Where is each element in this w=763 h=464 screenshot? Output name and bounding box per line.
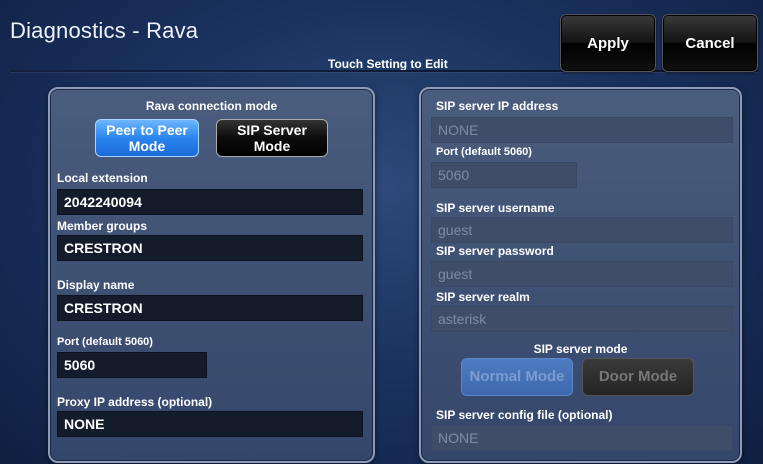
sip-port-label: Port (default 5060) (436, 146, 532, 158)
sip-username-field[interactable]: guest (431, 217, 733, 243)
page-subtitle: Touch Setting to Edit (328, 57, 448, 71)
connection-mode-label: Rava connection mode (145, 99, 278, 113)
member-groups-field[interactable]: CRESTRON (57, 235, 363, 261)
sip-mode-label: SIP server mode (533, 342, 628, 356)
sip-realm-label: SIP server realm (436, 290, 530, 304)
member-groups-label: Member groups (57, 219, 148, 233)
proxy-ip-field[interactable]: NONE (57, 411, 363, 437)
door-mode-button[interactable]: Door Mode (582, 358, 694, 396)
sip-realm-field[interactable]: asterisk (431, 306, 733, 332)
sip-ip-field[interactable]: NONE (431, 117, 733, 143)
sip-config-file-label: SIP server config file (optional) (436, 408, 613, 422)
local-extension-label: Local extension (57, 171, 148, 185)
sip-server-mode-label: SIP Server Mode (237, 122, 307, 154)
display-name-field[interactable]: CRESTRON (57, 295, 363, 321)
peer-to-peer-mode-label: Peer to Peer Mode (106, 122, 188, 154)
sip-server-panel: SIP server IP address NONE Port (default… (419, 87, 742, 463)
sip-port-field[interactable]: 5060 (431, 162, 577, 188)
rava-connection-panel: Rava connection mode Peer to Peer Mode S… (48, 87, 375, 463)
apply-button[interactable]: Apply (560, 14, 656, 72)
peer-to-peer-mode-button[interactable]: Peer to Peer Mode (95, 119, 199, 157)
cancel-button[interactable]: Cancel (662, 14, 758, 72)
local-extension-field[interactable]: 2042240094 (57, 189, 363, 215)
page-title: Diagnostics - Rava (10, 18, 199, 43)
sip-password-field[interactable]: guest (431, 261, 733, 287)
normal-mode-button[interactable]: Normal Mode (461, 358, 573, 396)
sip-server-mode-button[interactable]: SIP Server Mode (216, 119, 328, 157)
port-field[interactable]: 5060 (57, 352, 207, 378)
display-name-label: Display name (57, 278, 135, 292)
port-label: Port (default 5060) (57, 336, 153, 348)
sip-config-file-field[interactable]: NONE (431, 425, 733, 451)
sip-username-label: SIP server username (436, 201, 555, 215)
proxy-ip-label: Proxy IP address (optional) (57, 395, 213, 409)
sip-password-label: SIP server password (436, 244, 554, 258)
diagnostics-screen: Diagnostics - Rava Touch Setting to Edit… (0, 0, 763, 464)
sip-ip-label: SIP server IP address (436, 99, 559, 113)
